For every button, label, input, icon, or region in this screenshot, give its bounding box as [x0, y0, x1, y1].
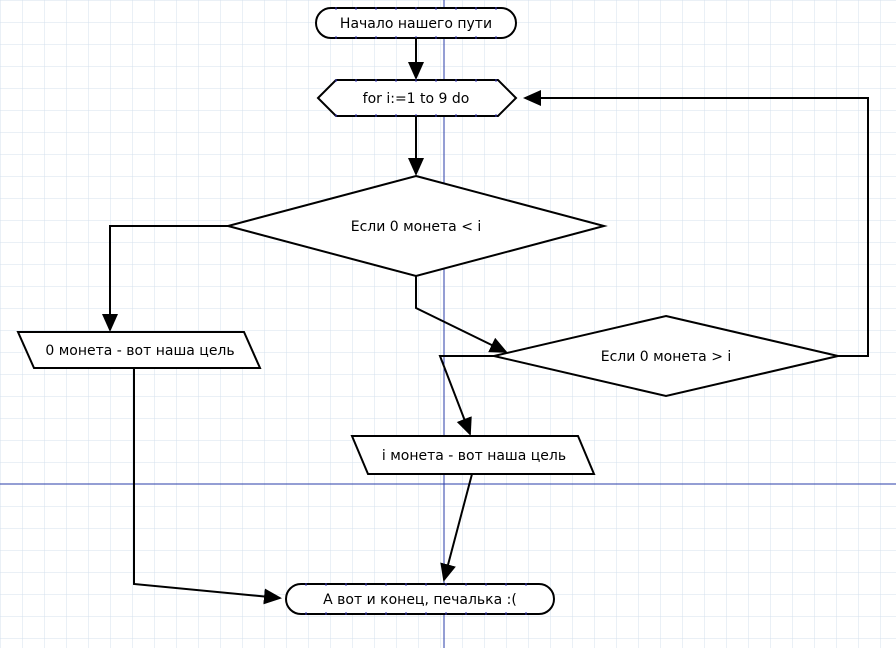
process1-label: 0 монета - вот наша цель: [45, 343, 234, 359]
decision1-label: Если 0 монета < i: [351, 219, 482, 235]
process2-label: i монета - вот наша цель: [382, 448, 566, 464]
start-label: Начало нашего пути: [340, 16, 492, 32]
flowchart-canvas: Начало нашего пути for i:=1 to 9 do Если…: [0, 0, 896, 648]
start-node[interactable]: Начало нашего пути: [316, 7, 516, 39]
loop-node[interactable]: for i:=1 to 9 do: [318, 79, 516, 117]
process2-node[interactable]: i монета - вот наша цель: [352, 436, 594, 474]
loop-label: for i:=1 to 9 do: [363, 91, 470, 107]
end-node[interactable]: А вот и конец, печалька :(: [286, 583, 554, 615]
end-label: А вот и конец, печалька :(: [323, 592, 517, 608]
process1-node[interactable]: 0 монета - вот наша цель: [18, 332, 260, 368]
decision2-label: Если 0 монета > i: [601, 349, 732, 365]
